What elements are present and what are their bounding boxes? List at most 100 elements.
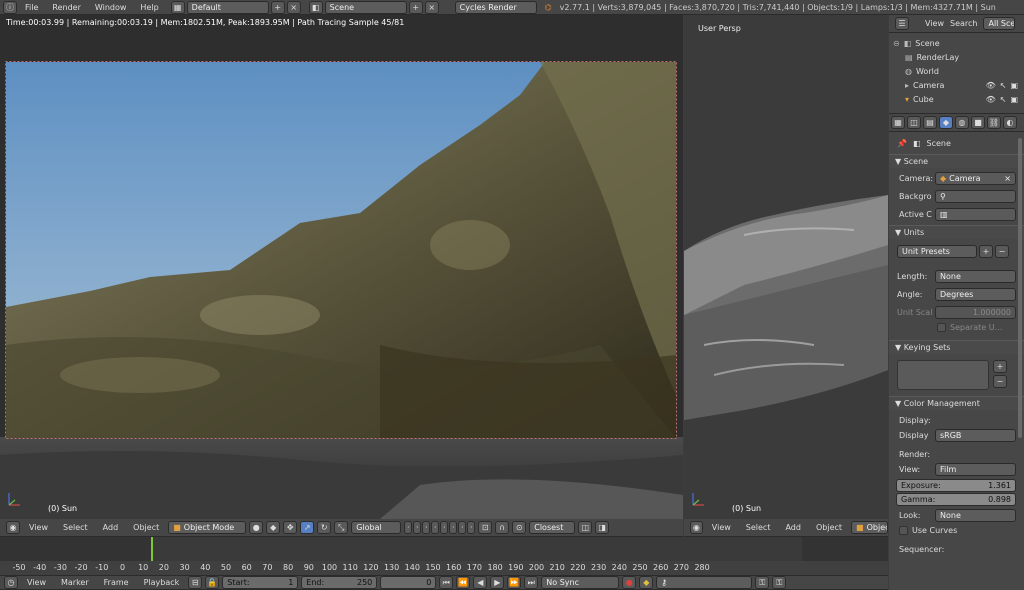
properties-scrollbar[interactable] — [1018, 138, 1022, 438]
outliner-item[interactable]: ▤ RenderLay — [889, 51, 1024, 65]
gamma-field[interactable]: Gamma: 0.898 — [896, 493, 1016, 506]
properties-editor-icon[interactable]: ▦ — [891, 116, 905, 129]
cursor-icon[interactable]: ↖ — [1000, 93, 1007, 107]
remove-preset-icon[interactable]: − — [995, 245, 1009, 258]
unit-presets-select[interactable]: Unit Presets — [897, 245, 977, 258]
menu-frame[interactable]: Frame — [98, 578, 135, 587]
menu-object[interactable]: Object — [127, 523, 165, 532]
menu-select[interactable]: Select — [57, 523, 94, 532]
layout-icon[interactable]: ▦ — [170, 0, 185, 14]
active-clip-field[interactable]: ▥ — [935, 208, 1016, 221]
panel-scene-header[interactable]: ▼ Scene — [889, 154, 1024, 168]
persp-viewport[interactable]: User Persp (0) Sun — [684, 15, 888, 519]
unit-scale-field[interactable]: 1.000000 — [935, 306, 1016, 319]
layer-icon[interactable]: · — [458, 521, 467, 534]
play-reverse-icon[interactable]: ◀ — [473, 576, 488, 589]
outliner-filter-select[interactable]: All Sce — [983, 17, 1016, 30]
separate-units-checkbox[interactable] — [937, 323, 946, 332]
editor-type-icon[interactable]: ◉ — [690, 521, 703, 534]
outliner-tab-search[interactable]: Search — [950, 19, 977, 28]
menu-view[interactable]: View — [23, 523, 54, 532]
camera-field[interactable]: ◆ Camera × — [935, 172, 1016, 185]
translate-icon[interactable]: ↗ — [300, 521, 315, 534]
look-select[interactable]: None — [935, 509, 1016, 522]
menu-view[interactable]: View — [706, 523, 737, 532]
scene-icon[interactable]: ◧ — [308, 0, 323, 14]
angle-select[interactable]: Degrees — [935, 288, 1016, 301]
render-icon[interactable]: ▣ — [1010, 79, 1018, 93]
menu-playback[interactable]: Playback — [138, 578, 186, 587]
menu-marker[interactable]: Marker — [55, 578, 95, 587]
panel-units-header[interactable]: ▼ Units — [889, 225, 1024, 239]
magnet-icon[interactable]: ∩ — [495, 521, 510, 534]
render-engine-select[interactable]: Cycles Render — [454, 0, 537, 14]
remove-layout-icon[interactable]: × — [286, 0, 301, 14]
layer-icon[interactable]: · — [422, 521, 431, 534]
delete-keyframe-icon[interactable]: ⚿ — [772, 576, 787, 589]
pivot-icon[interactable]: ◆ — [266, 521, 281, 534]
menu-view[interactable]: View — [21, 578, 52, 587]
cursor-icon[interactable]: ↖ — [1000, 79, 1007, 93]
layer-icon[interactable]: · — [440, 521, 449, 534]
layer-icon[interactable]: · — [431, 521, 440, 534]
current-frame-field[interactable]: 0 — [380, 576, 437, 589]
view-transform-select[interactable]: Film — [935, 463, 1016, 476]
pin-icon[interactable]: 📌 — [897, 139, 907, 148]
eye-icon[interactable]: 👁 — [986, 79, 996, 93]
rotate-icon[interactable]: ↻ — [317, 521, 332, 534]
add-layout-icon[interactable]: + — [270, 0, 285, 14]
outliner-item[interactable]: ◍ World — [889, 65, 1024, 79]
outliner-item[interactable]: ▾ Cube 👁 ↖ ▣ — [889, 93, 1024, 107]
snap-select[interactable]: Closest — [529, 521, 576, 534]
object-tab-icon[interactable]: ■ — [971, 116, 985, 129]
eye-icon[interactable]: 👁 — [986, 93, 996, 107]
use-curves-checkbox[interactable] — [899, 526, 908, 535]
keying-sets-list[interactable] — [897, 360, 989, 390]
panel-keying-header[interactable]: ▼ Keying Sets — [889, 340, 1024, 354]
exposure-field[interactable]: Exposure: 1.361 — [896, 479, 1016, 492]
jump-start-icon[interactable]: ⏮ — [439, 576, 454, 589]
add-preset-icon[interactable]: + — [979, 245, 993, 258]
lock-icon[interactable]: ⊡ — [478, 521, 493, 534]
camera-render-icon[interactable]: ◨ — [595, 521, 610, 534]
editor-type-icon[interactable]: ◉ — [6, 521, 20, 534]
render-icon[interactable]: ▣ — [1010, 93, 1018, 107]
play-icon[interactable]: ▶ — [490, 576, 505, 589]
remove-scene-icon[interactable]: × — [424, 0, 439, 14]
layout-selector[interactable]: Default — [186, 0, 269, 14]
manipulator-icon[interactable]: ✥ — [283, 521, 298, 534]
sync-select[interactable]: No Sync — [541, 576, 620, 589]
render-tab-icon[interactable]: ◫ — [907, 116, 921, 129]
data-tab-icon[interactable]: ◐ — [1003, 116, 1017, 129]
record-icon[interactable]: ● — [622, 576, 637, 589]
layer-icon[interactable]: · — [467, 521, 476, 534]
panel-color-header[interactable]: ▼ Color Management — [889, 396, 1024, 410]
add-scene-icon[interactable]: + — [408, 0, 423, 14]
outliner-item[interactable]: ⊖ ◧ Scene — [889, 37, 1024, 51]
display-select[interactable]: sRGB — [935, 429, 1016, 442]
menu-add[interactable]: Add — [97, 523, 125, 532]
menu-render[interactable]: Render — [46, 3, 86, 12]
snap-target-icon[interactable]: ⊙ — [512, 521, 527, 534]
shading-icon[interactable]: ● — [249, 521, 264, 534]
info-editor-icon[interactable]: ⓘ — [3, 0, 17, 14]
prev-keyframe-icon[interactable]: ⏪ — [456, 576, 471, 589]
orientation-select[interactable]: Global — [351, 521, 402, 534]
insert-keyframe-icon[interactable]: ⚿ — [755, 576, 770, 589]
menu-select[interactable]: Select — [740, 523, 777, 532]
constraint-tab-icon[interactable]: ⛓ — [987, 116, 1001, 129]
timeline-area[interactable]: -50 -40 -30 -20 -10 0 10 20 30 40 50 60 70 80 90 100 110… — [0, 537, 888, 575]
world-tab-icon[interactable]: ◍ — [955, 116, 969, 129]
length-select[interactable]: None — [935, 270, 1016, 283]
next-keyframe-icon[interactable]: ⏩ — [507, 576, 522, 589]
menu-add[interactable]: Add — [779, 523, 807, 532]
scene-selector[interactable]: Scene — [324, 0, 407, 14]
layer-buttons[interactable]: · · · · · · · · — [404, 521, 476, 534]
layer-icon[interactable]: · — [449, 521, 458, 534]
menu-window[interactable]: Window — [89, 3, 133, 12]
outliner-tab-view[interactable]: View — [925, 19, 944, 28]
end-frame-field[interactable]: End: 250 — [301, 576, 378, 589]
mode-select[interactable]: ■ Object Mode — [168, 521, 247, 534]
keying-set-select[interactable]: ⚷ — [656, 576, 753, 589]
layer-icon[interactable]: · — [404, 521, 413, 534]
